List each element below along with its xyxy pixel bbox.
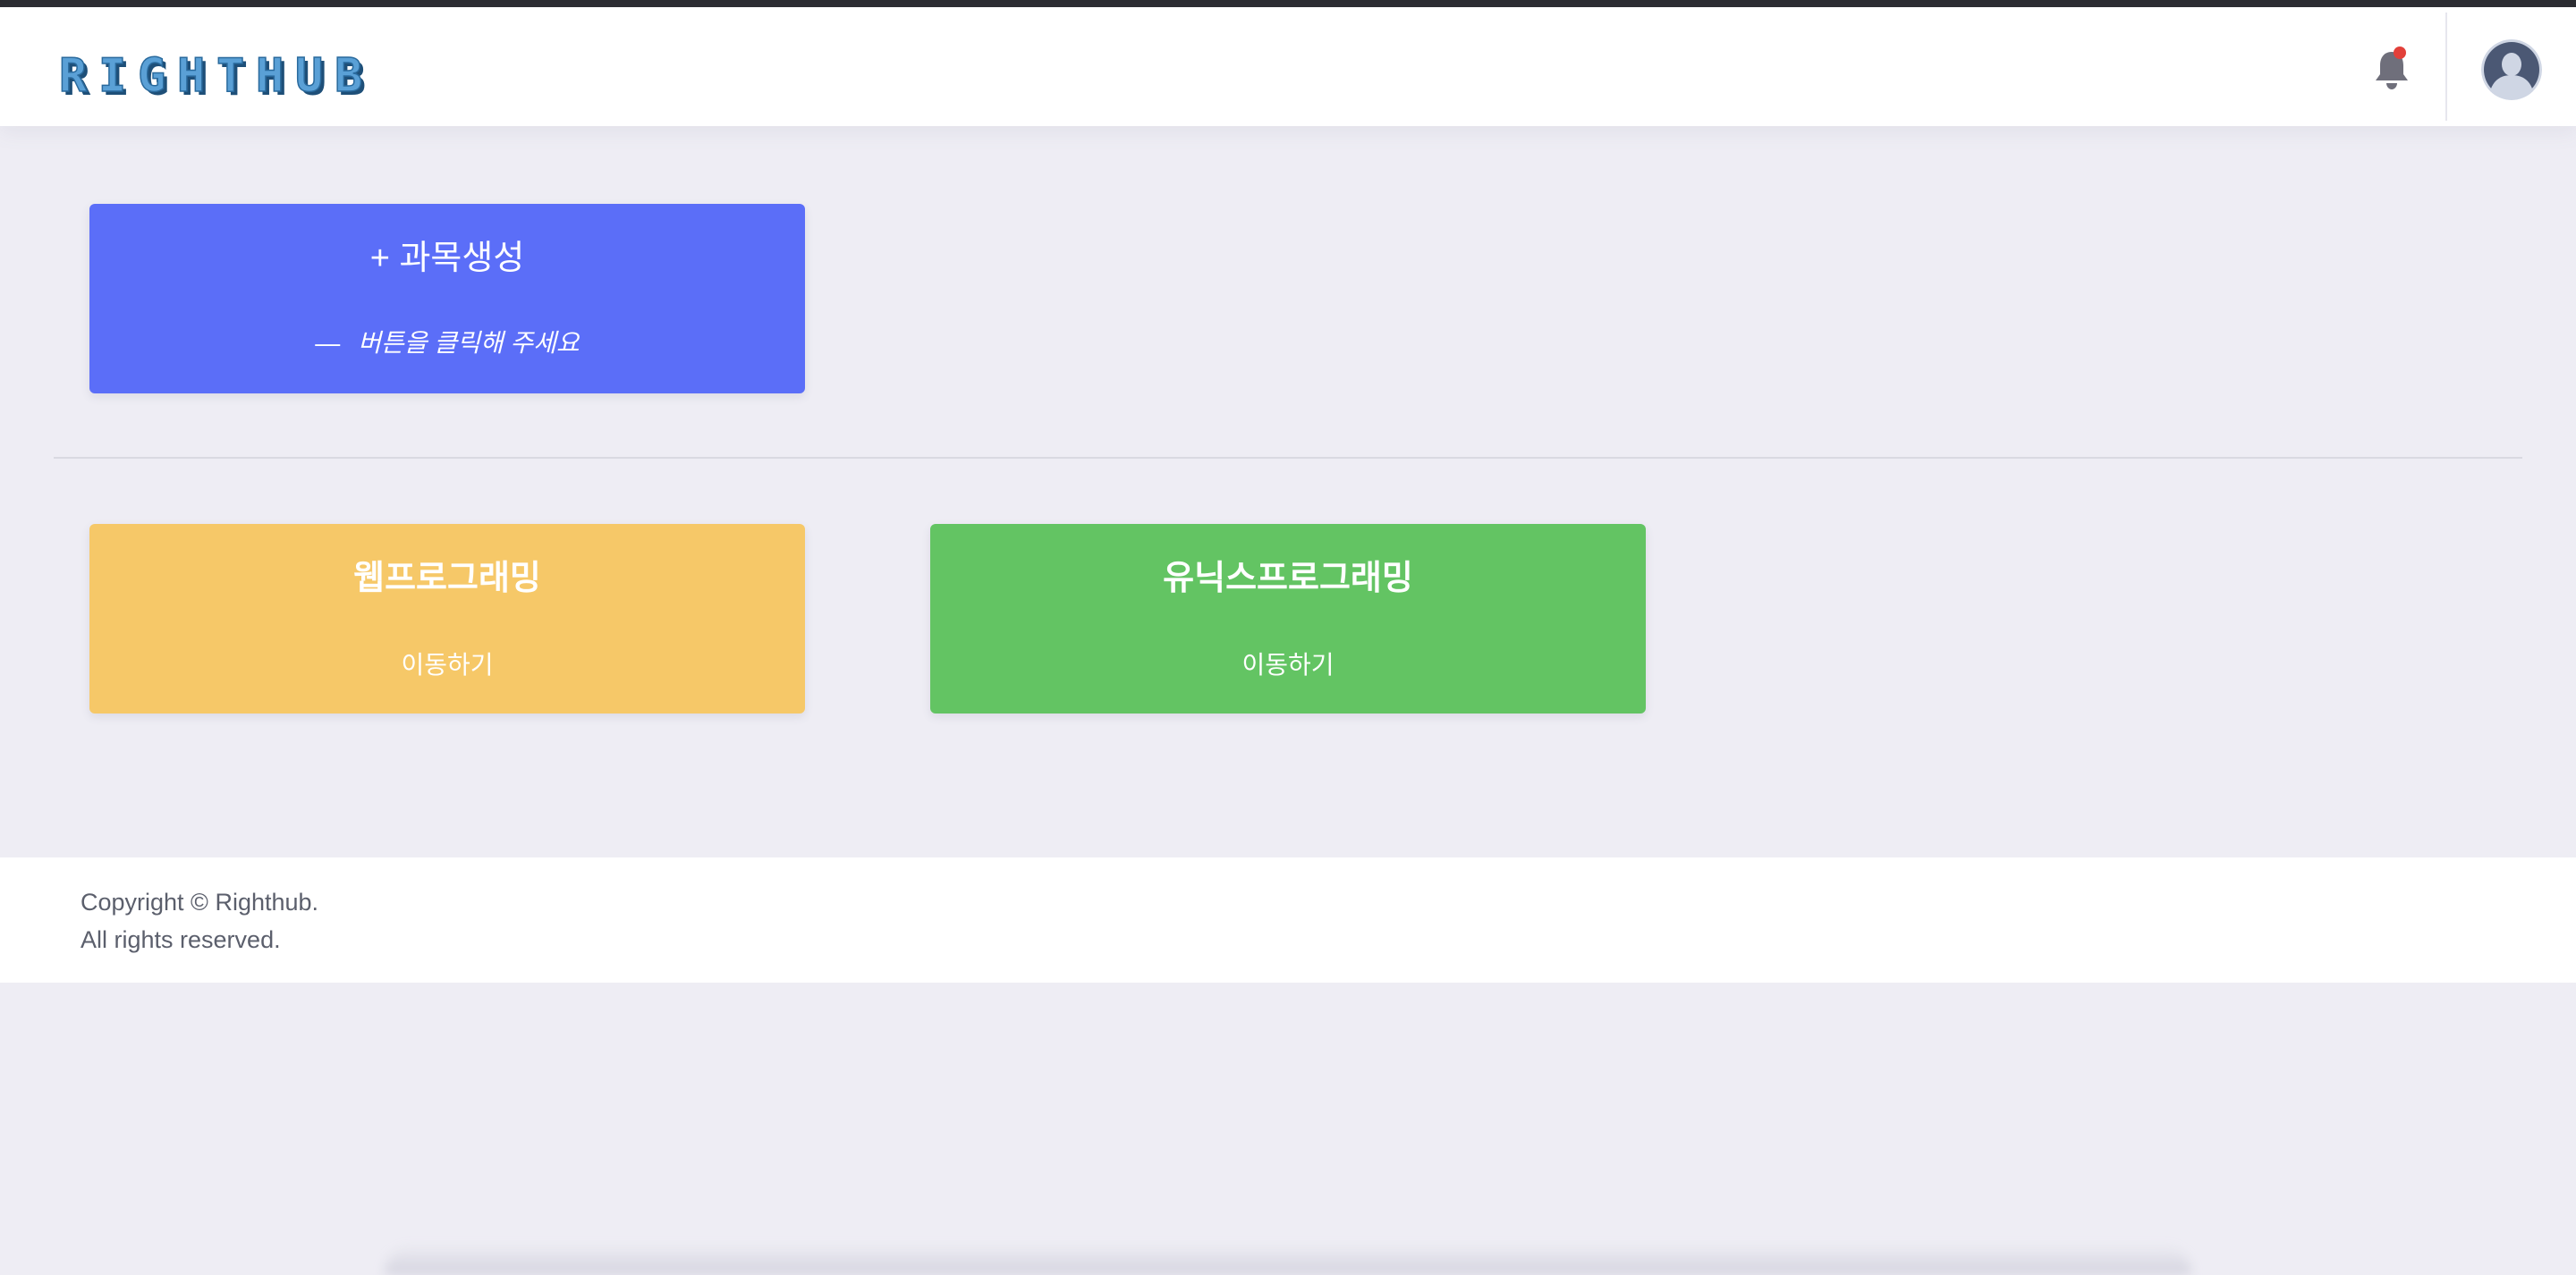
course-go-link[interactable]: 이동하기 (89, 647, 805, 683)
create-course-hint: — 버튼을 클릭해 주세요 (89, 325, 805, 361)
svg-text:I: I (98, 49, 126, 103)
bottom-panel-shadow (385, 1245, 2191, 1275)
logo-graphic: R R I I G G H H T T H H U U B B (59, 48, 366, 104)
course-title: 웹프로그래밍 (353, 560, 541, 597)
course-card-unix-programming[interactable]: 유닉스프로그래밍 이동하기 (930, 524, 1646, 713)
righthub-logo[interactable]: R R I I G G H H T T H H U U B B (59, 46, 372, 104)
svg-text:T: T (216, 49, 244, 103)
svg-text:H: H (256, 49, 284, 103)
notification-dot (2394, 46, 2406, 59)
copyright-text: Copyright © Righthub. (80, 889, 319, 916)
top-border-strip (0, 0, 2576, 7)
footer: Copyright © Righthub. All rights reserve… (0, 857, 2576, 983)
section-divider (54, 457, 2522, 459)
course-title: 유닉스프로그래밍 (1163, 560, 1413, 597)
user-avatar[interactable] (2481, 39, 2542, 100)
create-course-title: + 과목생성 (369, 240, 525, 277)
hint-dash: — (315, 329, 341, 357)
svg-text:U: U (295, 49, 323, 103)
navbar: R R I I G G H H T T H H U U B B (0, 7, 2576, 126)
course-go-link[interactable]: 이동하기 (930, 647, 1646, 683)
svg-text:H: H (177, 49, 205, 103)
notification-bell-icon[interactable] (2372, 45, 2411, 91)
create-course-card[interactable]: + 과목생성 — 버튼을 클릭해 주세요 (89, 204, 805, 393)
hint-text: 버튼을 클릭해 주세요 (358, 329, 580, 357)
svg-text:B: B (335, 49, 362, 103)
course-card-web-programming[interactable]: 웹프로그래밍 이동하기 (89, 524, 805, 713)
svg-text:G: G (138, 49, 165, 103)
svg-text:R: R (59, 49, 88, 103)
rights-text: All rights reserved. (80, 926, 281, 953)
navbar-divider (2445, 13, 2447, 121)
